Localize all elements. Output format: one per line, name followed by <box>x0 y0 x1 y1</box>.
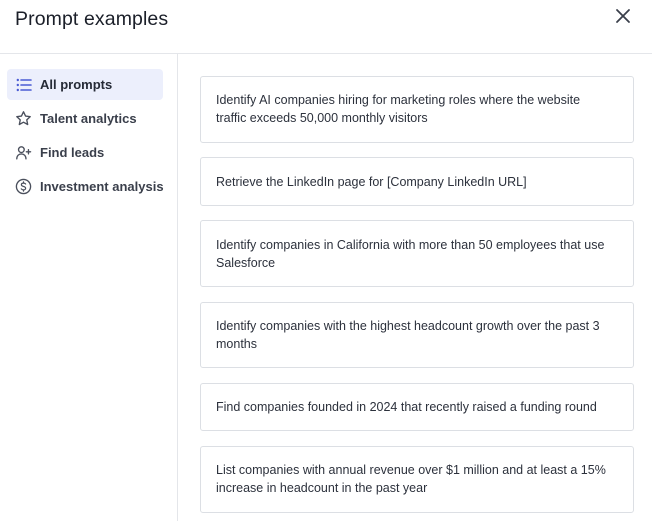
prompt-text: List companies with annual revenue over … <box>216 463 606 495</box>
sidebar-item-label: All prompts <box>40 77 113 92</box>
prompt-card[interactable]: Identify companies in California with mo… <box>200 220 634 287</box>
sidebar-item-talent-analytics[interactable]: Talent analytics <box>7 103 163 134</box>
star-icon <box>15 110 32 127</box>
sidebar-item-all-prompts[interactable]: All prompts <box>7 69 163 100</box>
sidebar-item-find-leads[interactable]: Find leads <box>7 137 163 168</box>
prompt-text: Identify companies with the highest head… <box>216 319 600 351</box>
list-icon <box>15 76 32 93</box>
sidebar-item-label: Investment analysis <box>40 179 164 194</box>
sidebar-item-label: Talent analytics <box>40 111 137 126</box>
prompt-text: Retrieve the LinkedIn page for [Company … <box>216 175 527 189</box>
prompt-card[interactable]: Identify AI companies hiring for marketi… <box>200 76 634 143</box>
close-button[interactable] <box>612 7 634 29</box>
sidebar-item-label: Find leads <box>40 145 105 160</box>
modal-title: Prompt examples <box>15 8 169 30</box>
dollar-circle-icon <box>15 178 32 195</box>
prompt-card[interactable]: Find companies founded in 2024 that rece… <box>200 383 634 431</box>
modal-header: Prompt examples <box>0 0 652 54</box>
prompt-text: Identify companies in California with mo… <box>216 238 605 270</box>
prompt-list: Identify AI companies hiring for marketi… <box>179 54 652 521</box>
prompt-card[interactable]: Retrieve the LinkedIn page for [Company … <box>200 157 634 206</box>
prompt-text: Identify AI companies hiring for marketi… <box>216 93 581 125</box>
prompt-card[interactable]: Identify companies with the highest head… <box>200 302 634 368</box>
user-plus-icon <box>15 144 32 161</box>
sidebar-item-investment-analysis[interactable]: Investment analysis <box>7 171 164 202</box>
close-icon <box>615 8 631 29</box>
prompt-text: Find companies founded in 2024 that rece… <box>216 400 597 414</box>
prompt-examples-modal: Prompt examples All prompts Talent analy… <box>0 0 652 521</box>
prompt-card[interactable]: List companies with annual revenue over … <box>200 446 634 513</box>
sidebar: All prompts Talent analytics Find leads <box>0 54 178 521</box>
